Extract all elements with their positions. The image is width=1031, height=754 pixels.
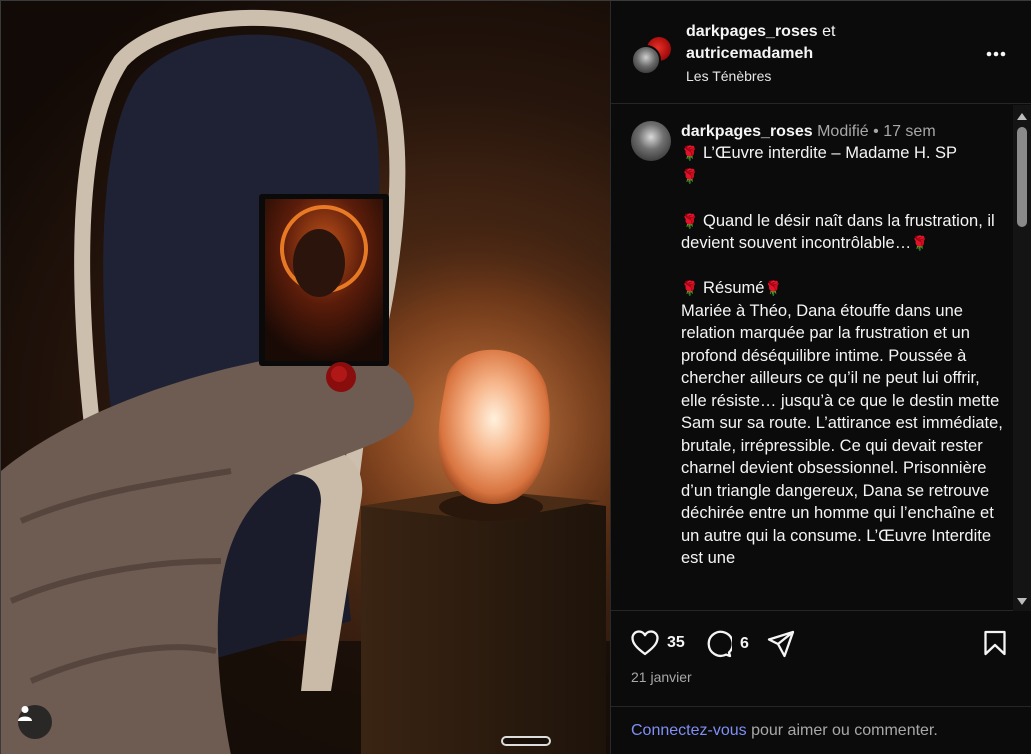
carousel-indicator [501,736,551,746]
avatar-darkpages-roses[interactable] [631,45,661,75]
post-owners: darkpages_roses et autricemadameh [686,21,835,65]
caption-summary: 🌹 Résumé🌹 Mariée à Théo, Dana étouffe da… [681,277,1006,570]
login-link[interactable]: Connectez-vous [631,722,747,739]
book-cover [259,194,389,366]
heart-icon [631,630,659,656]
share-button[interactable] [767,630,795,658]
scroll-up-arrow[interactable] [1017,113,1027,120]
rose-emoji: 🌹 [681,145,699,161]
caption-line: 🌹 L’Œuvre interdite – Madame H. SP 🌹 [681,142,1006,187]
comment-button[interactable]: 6 [704,630,749,658]
collab-avatars[interactable] [631,35,673,75]
bookmark-icon [984,630,1006,656]
caption-time[interactable]: 17 sem [883,123,935,140]
save-button[interactable] [983,630,1007,656]
comment-count[interactable]: 6 [740,635,749,653]
login-text: Connectez-vous pour aimer ou commenter. [631,722,938,740]
photo-illustration [1,9,610,754]
post-photo[interactable] [1,1,610,754]
caption-separator: • [873,123,879,140]
scroll-down-arrow[interactable] [1017,598,1027,605]
post-date[interactable]: 21 janvier [631,669,692,685]
post-dialog: darkpages_roses et autricemadameh Les Té… [0,0,1031,754]
caption-scrollbar[interactable] [1013,105,1031,611]
edited-label: Modifié [817,123,869,140]
scroll-thumb[interactable] [1017,127,1027,227]
caption-hook: 🌹 Quand le désir naît dans la frustratio… [681,210,1006,255]
caption-username[interactable]: darkpages_roses [681,123,813,140]
rose-emoji: 🌹 [681,167,699,184]
more-options-button[interactable] [983,41,1009,67]
login-rest: pour aimer ou commenter. [746,722,938,739]
rose-emoji: 🌹 [681,280,699,296]
post-details-panel: darkpages_roses et autricemadameh Les Té… [610,1,1031,754]
rose-emoji: 🌹 [764,280,782,296]
owner-link-primary[interactable]: darkpages_roses [686,23,818,40]
owner-link-secondary[interactable]: autricemadameh [686,45,813,62]
caption-header: darkpages_roses Modifié • 17 sem [681,122,936,142]
summary-label: Résumé [703,279,765,297]
like-button[interactable]: 35 [631,630,685,656]
rose-emoji: 🌹 [911,235,929,251]
summary-body: Mariée à Théo, Dana étouffe dans une rel… [681,301,1003,568]
caption-hook-text: Quand le désir naît dans la frustration,… [681,211,995,253]
like-count[interactable]: 35 [667,634,685,652]
login-prompt: Connectez-vous pour aimer ou commenter. [611,706,1031,754]
caption-avatar[interactable] [631,121,671,161]
rose-emoji: 🌹 [681,212,699,229]
comment-icon [707,630,732,658]
share-icon [767,630,795,658]
caption-scroll-area[interactable]: darkpages_roses Modifié • 17 sem 🌹 L’Œuv… [611,105,1031,611]
owner-joiner: et [822,23,836,40]
post-header: darkpages_roses et autricemadameh Les Té… [611,1,1031,104]
person-icon [18,706,32,721]
tagged-users-button[interactable] [18,705,52,739]
location-link[interactable]: Les Ténèbres [686,68,771,84]
more-horizontal-icon [986,51,1006,57]
caption-title: L’Œuvre interdite – Madame H. SP [703,144,958,162]
caption-text: 🌹 L’Œuvre interdite – Madame H. SP 🌹 🌹 Q… [681,142,1006,570]
